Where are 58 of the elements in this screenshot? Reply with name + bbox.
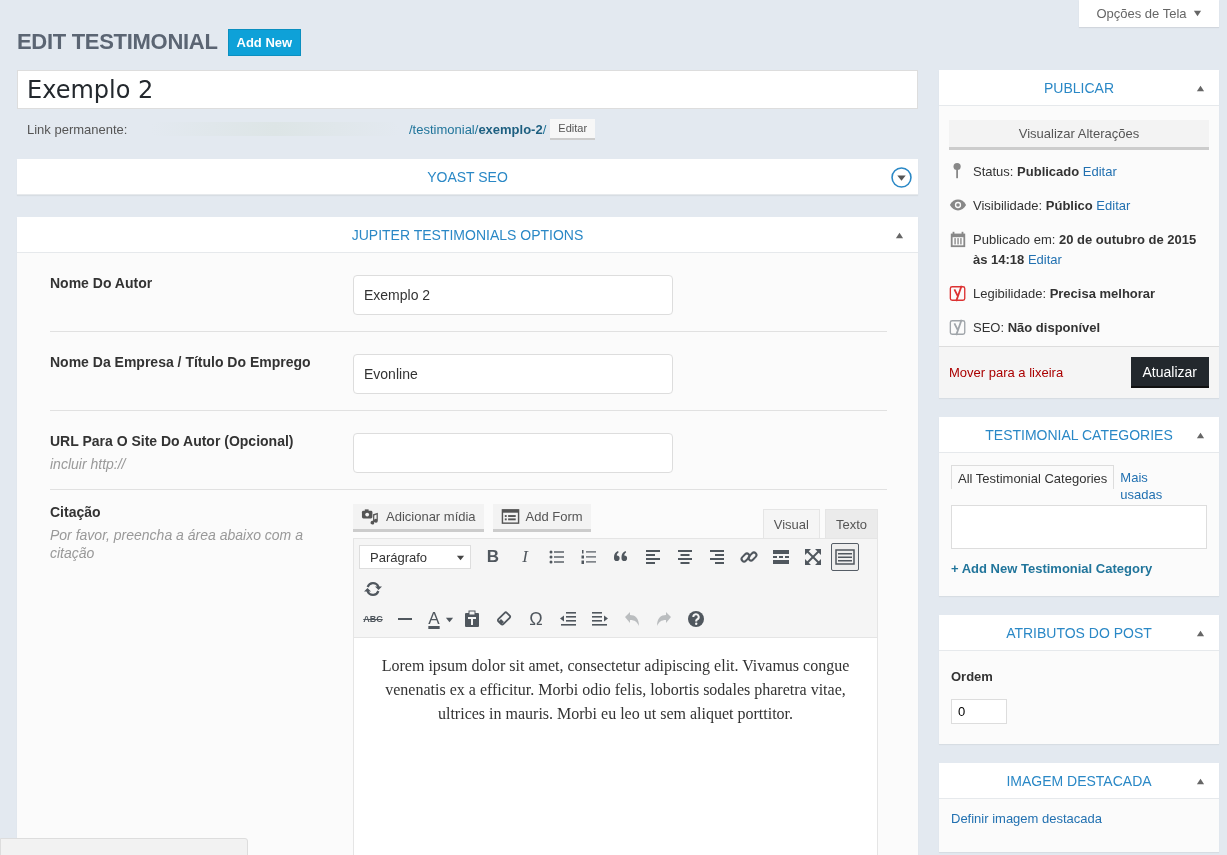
collapse-triangle-icon[interactable]	[1196, 431, 1205, 440]
collapse-triangle-icon[interactable]	[1196, 84, 1205, 93]
trash-link[interactable]: Mover para a lixeira	[949, 365, 1064, 380]
panel-title[interactable]: PUBLICAR	[1044, 79, 1114, 96]
screen-options-button[interactable]: Opções de Tela	[1079, 0, 1219, 27]
category-tab[interactable]: Mais usadas	[1114, 465, 1187, 505]
field-hint: Por favor, preencha a área abaixo com a citação	[50, 526, 304, 562]
order-field[interactable]: 0	[951, 699, 1007, 724]
field-label: Nome Do Autor	[50, 275, 154, 291]
edit-link[interactable]: Editar	[1096, 198, 1131, 213]
camera-music-icon	[361, 507, 380, 526]
add-category-link[interactable]: + Add New Testimonial Category	[951, 561, 1207, 576]
format-dropdown[interactable]: Parágrafo	[359, 545, 471, 569]
caret-icon	[1192, 9, 1202, 18]
edit-link[interactable]: Editar	[1027, 252, 1062, 267]
order-label: Ordem	[951, 669, 994, 684]
publish-info: Legibilidade: Precisa melhorar	[973, 285, 1156, 303]
symbol-button[interactable]: Ω	[522, 605, 550, 633]
text-color-button[interactable]: A	[423, 605, 445, 633]
media-button[interactable]: Add Form	[492, 504, 591, 532]
text-field[interactable]: Evonline	[353, 354, 673, 394]
editor-content[interactable]	[353, 638, 878, 855]
panel-title[interactable]: JUPITER TESTIMONIALS OPTIONS	[351, 226, 584, 243]
permalink-link[interactable]: /testimonial/exemplo-2/	[409, 121, 547, 137]
toolbar-toggle-icon[interactable]	[831, 543, 859, 571]
collapse-triangle-icon[interactable]	[1196, 777, 1205, 786]
update-button[interactable]: Atualizar	[1130, 357, 1209, 388]
page-title: EDIT TESTIMONIAL	[17, 29, 218, 55]
text-field[interactable]	[353, 433, 673, 473]
field-label: Citação	[50, 504, 102, 520]
publish-info: Publicado em: 20 de outubro de 2015 às 14:18 Editar	[973, 231, 1198, 269]
edit-permalink-button[interactable]: Editar	[550, 118, 596, 140]
media-button[interactable]: Adicionar mídia	[353, 504, 484, 532]
post-title-field[interactable]: Exemplo 2	[17, 70, 918, 109]
collapse-triangle-icon[interactable]	[1196, 629, 1205, 638]
editor-tab[interactable]: Visual	[762, 509, 820, 538]
italic-button[interactable]: I	[511, 543, 539, 571]
featured-image-link[interactable]: Definir imagem destacada	[951, 811, 1207, 826]
strike-button[interactable]: ABC	[359, 605, 387, 633]
field-label: URL Para O Site Do Autor (Opcional)	[50, 433, 295, 449]
publish-info: Visibilidade: Público Editar	[973, 197, 1131, 215]
preview-changes-button[interactable]: Visualizar Alterações	[949, 120, 1209, 150]
category-tab[interactable]: All Testimonial Categories	[951, 465, 1115, 489]
field-hint: incluir http://	[50, 455, 128, 473]
panel-title[interactable]: YOAST SEO	[427, 168, 508, 185]
field-label: Nome Da Empresa / Título Do Emprego	[50, 354, 312, 370]
publish-info: Status: Publicado Editar	[973, 163, 1117, 181]
calendar-icon	[949, 230, 967, 248]
publish-info: SEO: Não disponível	[973, 319, 1101, 337]
editor-tab[interactable]: Texto	[824, 509, 878, 538]
permalink-label: Link permanente:	[27, 121, 129, 137]
quote-text: Lorem ipsum dolor sit amet, consectetur adipiscing elit. Vivamus congue venenatis ex a efficitur. Morbi odio felis, lobortis sodales pharetra vitae, ultrices in mauris. Morbi eu leo ut sem aliquet porttitor.	[380, 656, 851, 725]
expand-circle-icon[interactable]	[891, 167, 912, 188]
edit-link[interactable]: Editar	[1082, 164, 1117, 179]
bold-button[interactable]: B	[479, 543, 507, 571]
text-field[interactable]: Exemplo 2	[353, 275, 673, 315]
form-icon	[500, 507, 520, 526]
collapse-triangle-icon[interactable]	[895, 231, 904, 240]
